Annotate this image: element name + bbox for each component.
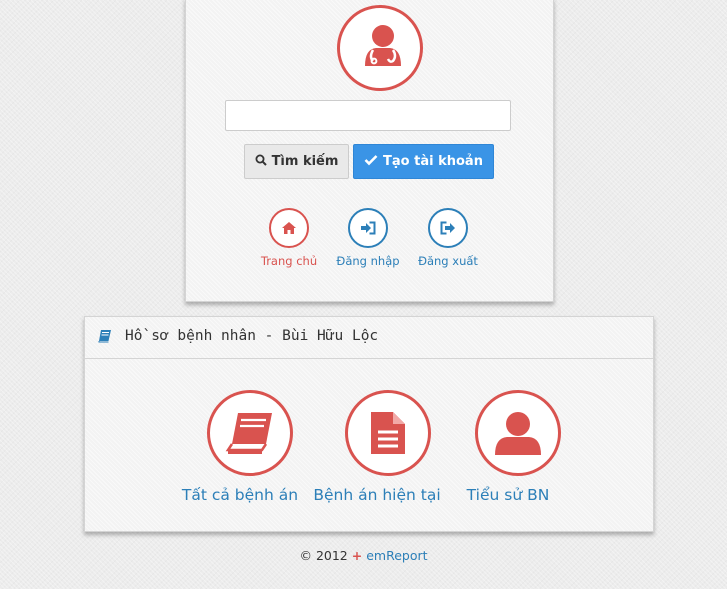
doctor-avatar-icon [337,5,423,91]
nav-login-label: Đăng nhập [336,254,400,268]
register-button[interactable]: Tạo tài khoản [353,144,494,179]
patient-history-link[interactable]: Tiểu sử BN [460,390,561,504]
book-icon [98,329,112,348]
current-record-link[interactable]: Bệnh án hiện tại [312,390,442,504]
register-button-label: Tạo tài khoản [383,154,483,169]
copyright-text: © 2012 [299,548,348,563]
sign-in-icon [348,208,388,248]
search-button-label: Tìm kiếm [271,154,339,169]
check-icon [364,154,378,170]
search-button[interactable]: Tìm kiếm [244,144,349,179]
search-icon [255,154,267,170]
nav-logout-label: Đăng xuất [418,254,478,268]
search-input[interactable] [225,100,511,131]
document-icon [345,390,431,476]
sign-out-icon [428,208,468,248]
nav-login[interactable]: Đăng nhập [323,208,413,268]
patient-history-label: Tiểu sử BN [466,486,550,504]
nav-home-label: Trang chủ [260,254,318,268]
all-records-label: Tất cả bệnh án [181,486,299,504]
panel-title: Hồ sơ bệnh nhân - Bùi Hữu Lộc [125,328,379,344]
books-icon [207,390,293,476]
all-records-link[interactable]: Tất cả bệnh án [180,390,300,504]
home-icon [269,208,309,248]
nav-logout[interactable]: Đăng xuất [403,208,493,268]
plus-icon: + [351,548,363,563]
footer: © 2012 + emReport [0,548,727,563]
panel-header: Hồ sơ bệnh nhân - Bùi Hữu Lộc [85,317,653,359]
brand-link[interactable]: emReport [366,548,427,563]
user-icon [475,390,561,476]
nav-home[interactable]: Trang chủ [244,208,334,268]
current-record-label: Bệnh án hiện tại [313,486,441,504]
